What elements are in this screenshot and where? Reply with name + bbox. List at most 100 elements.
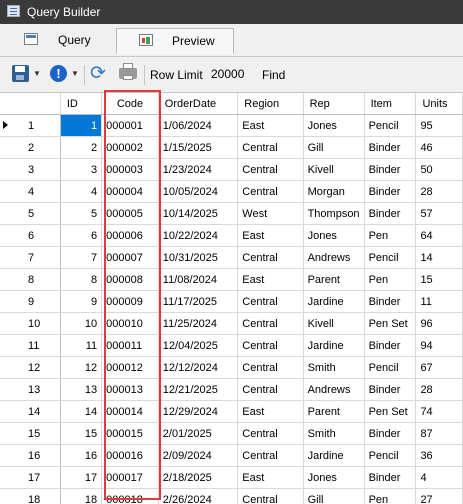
table-row[interactable]: 131300001312/21/2025CentralAndrewsBinder…	[0, 379, 463, 401]
cell-item[interactable]: Pen	[364, 489, 416, 504]
cell-rep[interactable]: Smith	[303, 423, 364, 445]
row-header[interactable]: 18	[0, 489, 60, 504]
cell-id[interactable]: 3	[60, 159, 101, 181]
cell-id[interactable]: 4	[60, 181, 101, 203]
cell-region[interactable]: Central	[238, 489, 303, 504]
cell-units[interactable]: 57	[416, 203, 463, 225]
column-header-orderdate[interactable]: OrderDate	[158, 93, 237, 115]
cell-id[interactable]: 2	[60, 137, 101, 159]
cell-units[interactable]: 95	[416, 115, 463, 137]
cell-item[interactable]: Binder	[364, 379, 416, 401]
row-header[interactable]: 5	[0, 203, 60, 225]
refresh-button[interactable]: ⟳	[90, 63, 112, 85]
cell-region[interactable]: East	[238, 401, 303, 423]
chevron-down-icon[interactable]: ▼	[33, 69, 41, 78]
cell-region[interactable]: Central	[238, 445, 303, 467]
cell-orderdate[interactable]: 2/01/2025	[158, 423, 237, 445]
table-row[interactable]: 16160000162/09/2024CentralJardinePencil3…	[0, 445, 463, 467]
cell-code[interactable]: 000002	[102, 137, 159, 159]
row-header[interactable]: 10	[0, 313, 60, 335]
cell-orderdate[interactable]: 12/04/2025	[158, 335, 237, 357]
chevron-down-icon[interactable]: ▼	[71, 69, 79, 78]
table-row[interactable]: 141400001412/29/2024EastParentPen Set74	[0, 401, 463, 423]
cell-code[interactable]: 000013	[102, 379, 159, 401]
cell-id[interactable]: 7	[60, 247, 101, 269]
cell-code[interactable]: 000010	[102, 313, 159, 335]
cell-code[interactable]: 000001	[102, 115, 159, 137]
cell-id[interactable]: 17	[60, 467, 101, 489]
row-header[interactable]: 12	[0, 357, 60, 379]
cell-units[interactable]: 4	[416, 467, 463, 489]
row-header[interactable]: 17	[0, 467, 60, 489]
cell-id[interactable]: 10	[60, 313, 101, 335]
cell-code[interactable]: 000006	[102, 225, 159, 247]
row-limit-input[interactable]	[207, 64, 251, 82]
cell-code[interactable]: 000015	[102, 423, 159, 445]
cell-item[interactable]: Pencil	[364, 247, 416, 269]
cell-orderdate[interactable]: 10/14/2025	[158, 203, 237, 225]
cell-region[interactable]: Central	[238, 313, 303, 335]
cell-item[interactable]: Binder	[364, 159, 416, 181]
cell-region[interactable]: East	[238, 269, 303, 291]
table-row[interactable]: 8800000811/08/2024EastParentPen15	[0, 269, 463, 291]
cell-rep[interactable]: Parent	[303, 401, 364, 423]
cell-units[interactable]: 74	[416, 401, 463, 423]
cell-id[interactable]: 16	[60, 445, 101, 467]
row-header[interactable]: 8	[0, 269, 60, 291]
cell-units[interactable]: 36	[416, 445, 463, 467]
cell-rep[interactable]: Andrews	[303, 379, 364, 401]
cell-rep[interactable]: Smith	[303, 357, 364, 379]
data-grid[interactable]: IDCodeOrderDateRegionRepItemUnits 110000…	[0, 92, 463, 504]
tab-preview[interactable]: Preview	[116, 28, 234, 54]
cell-region[interactable]: East	[238, 467, 303, 489]
cell-id[interactable]: 8	[60, 269, 101, 291]
cell-units[interactable]: 28	[416, 181, 463, 203]
cell-item[interactable]: Binder	[364, 203, 416, 225]
row-header[interactable]: 2	[0, 137, 60, 159]
cell-orderdate[interactable]: 12/29/2024	[158, 401, 237, 423]
cell-region[interactable]: Central	[238, 159, 303, 181]
print-button[interactable]	[118, 63, 140, 85]
row-header[interactable]: 1	[0, 115, 60, 137]
cell-item[interactable]: Binder	[364, 467, 416, 489]
find-input[interactable]	[290, 64, 450, 82]
cell-code[interactable]: 000016	[102, 445, 159, 467]
cell-item[interactable]: Pen Set	[364, 313, 416, 335]
row-header[interactable]: 3	[0, 159, 60, 181]
table-row[interactable]: 4400000410/05/2024CentralMorganBinder28	[0, 181, 463, 203]
table-row[interactable]: 330000031/23/2024CentralKivellBinder50	[0, 159, 463, 181]
cell-id[interactable]: 12	[60, 357, 101, 379]
table-row[interactable]: 9900000911/17/2025CentralJardineBinder11	[0, 291, 463, 313]
row-header[interactable]: 13	[0, 379, 60, 401]
cell-orderdate[interactable]: 11/25/2024	[158, 313, 237, 335]
cell-code[interactable]: 000003	[102, 159, 159, 181]
row-header[interactable]: 14	[0, 401, 60, 423]
row-header[interactable]: 11	[0, 335, 60, 357]
cell-item[interactable]: Pencil	[364, 445, 416, 467]
column-header-units[interactable]: Units	[416, 93, 463, 115]
cell-region[interactable]: West	[238, 203, 303, 225]
cell-units[interactable]: 11	[416, 291, 463, 313]
cell-orderdate[interactable]: 10/22/2024	[158, 225, 237, 247]
cell-orderdate[interactable]: 11/17/2025	[158, 291, 237, 313]
cell-region[interactable]: Central	[238, 137, 303, 159]
cell-code[interactable]: 000004	[102, 181, 159, 203]
cell-region[interactable]: Central	[238, 379, 303, 401]
row-header[interactable]: 16	[0, 445, 60, 467]
row-header[interactable]: 7	[0, 247, 60, 269]
cell-orderdate[interactable]: 11/08/2024	[158, 269, 237, 291]
cell-item[interactable]: Binder	[364, 291, 416, 313]
cell-orderdate[interactable]: 1/06/2024	[158, 115, 237, 137]
cell-code[interactable]: 000008	[102, 269, 159, 291]
cell-code[interactable]: 000005	[102, 203, 159, 225]
row-header[interactable]: 6	[0, 225, 60, 247]
column-header-id[interactable]: ID	[60, 93, 101, 115]
cell-id[interactable]: 11	[60, 335, 101, 357]
cell-rep[interactable]: Jardine	[303, 335, 364, 357]
cell-region[interactable]: East	[238, 225, 303, 247]
cell-orderdate[interactable]: 12/12/2024	[158, 357, 237, 379]
cell-orderdate[interactable]: 2/18/2025	[158, 467, 237, 489]
cell-units[interactable]: 14	[416, 247, 463, 269]
cell-orderdate[interactable]: 1/15/2025	[158, 137, 237, 159]
cell-item[interactable]: Pencil	[364, 357, 416, 379]
